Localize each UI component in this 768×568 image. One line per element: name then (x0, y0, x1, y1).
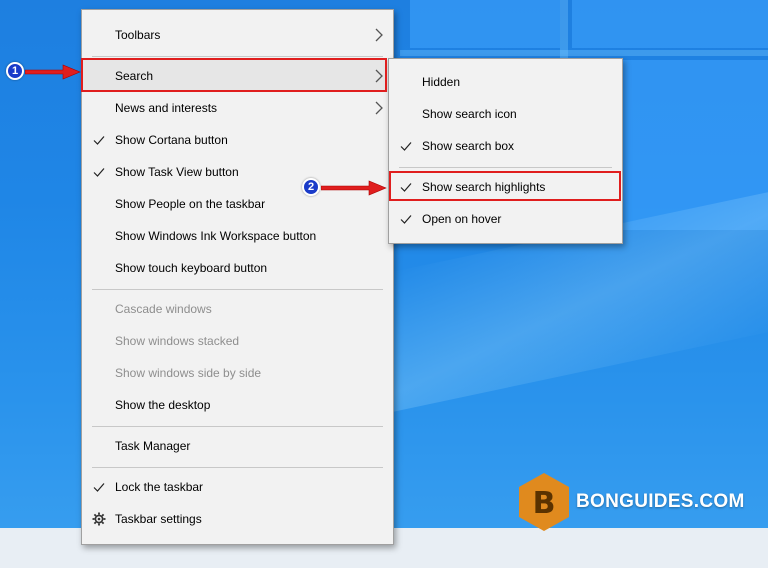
menu-item-label: Open on hover (422, 212, 502, 226)
menu-separator (399, 167, 612, 168)
menu-item-show-windows-ink[interactable]: Show Windows Ink Workspace button (82, 220, 393, 252)
checkmark-icon (93, 483, 105, 492)
chevron-right-icon (375, 28, 383, 42)
highlight-search-box (81, 58, 387, 92)
logo-pane (410, 0, 560, 48)
menu-item-show-touch-keyboard[interactable]: Show touch keyboard button (82, 252, 393, 284)
submenu-item-open-on-hover[interactable]: Open on hover (389, 203, 622, 235)
step-badge-1: 1 (6, 62, 24, 80)
menu-item-label: Show Windows Ink Workspace button (115, 229, 317, 243)
menu-item-show-windows-side-by-side[interactable]: Show windows side by side (82, 357, 393, 389)
menu-item-label: Lock the taskbar (115, 480, 204, 494)
highlight-search-highlights-box (389, 171, 621, 201)
logo-pane (572, 0, 768, 48)
checkmark-icon (400, 142, 412, 151)
menu-item-label: Toolbars (115, 28, 161, 42)
menu-item-label: Show Cortana button (115, 133, 228, 147)
red-arrow-icon (25, 64, 81, 80)
menu-item-show-the-desktop[interactable]: Show the desktop (82, 389, 393, 421)
menu-item-label: Show search icon (422, 107, 517, 121)
bonguides-watermark: B BONGUIDES.COM (518, 472, 745, 532)
submenu-item-show-search-box[interactable]: Show search box (389, 130, 622, 162)
menu-item-show-windows-stacked[interactable]: Show windows stacked (82, 325, 393, 357)
menu-item-label: News and interests (115, 101, 218, 115)
menu-item-cascade-windows[interactable]: Cascade windows (82, 293, 393, 325)
menu-item-label: Show touch keyboard button (115, 261, 268, 275)
menu-item-news-and-interests[interactable]: News and interests (82, 92, 393, 124)
menu-item-label: Cascade windows (115, 302, 212, 316)
menu-item-lock-the-taskbar[interactable]: Lock the taskbar (82, 471, 393, 503)
menu-item-taskbar-settings[interactable]: Taskbar settings (82, 503, 393, 535)
svg-text:B: B (533, 486, 556, 521)
red-arrow-icon (321, 180, 387, 196)
gear-icon (92, 512, 106, 526)
menu-item-label: Show windows stacked (115, 334, 240, 348)
menu-item-label: Show windows side by side (115, 366, 262, 380)
menu-separator (92, 467, 383, 468)
menu-item-task-manager[interactable]: Task Manager (82, 430, 393, 462)
menu-item-label: Task Manager (115, 439, 191, 453)
submenu-item-hidden[interactable]: Hidden (389, 66, 622, 98)
bonguides-logo-icon: B (519, 473, 569, 531)
menu-item-label: Show People on the taskbar (115, 197, 266, 211)
watermark-text: BONGUIDES.COM (576, 491, 745, 512)
checkmark-icon (400, 215, 412, 224)
chevron-right-icon (375, 101, 383, 115)
submenu-item-show-search-icon[interactable]: Show search icon (389, 98, 622, 130)
menu-separator (92, 426, 383, 427)
menu-item-label: Show the desktop (115, 398, 211, 412)
search-submenu: Hidden Show search icon Show search box … (388, 58, 623, 244)
checkmark-icon (93, 168, 105, 177)
logo-divider (400, 50, 768, 56)
menu-item-label: Show Task View button (115, 165, 239, 179)
menu-separator (92, 56, 383, 57)
step-badge-2: 2 (302, 178, 320, 196)
checkmark-icon (93, 136, 105, 145)
menu-item-label: Hidden (422, 75, 461, 89)
menu-item-toolbars[interactable]: Toolbars (82, 19, 393, 51)
menu-separator (92, 289, 383, 290)
menu-item-show-cortana-button[interactable]: Show Cortana button (82, 124, 393, 156)
menu-item-label: Taskbar settings (115, 512, 202, 526)
menu-item-label: Show search box (422, 139, 515, 153)
